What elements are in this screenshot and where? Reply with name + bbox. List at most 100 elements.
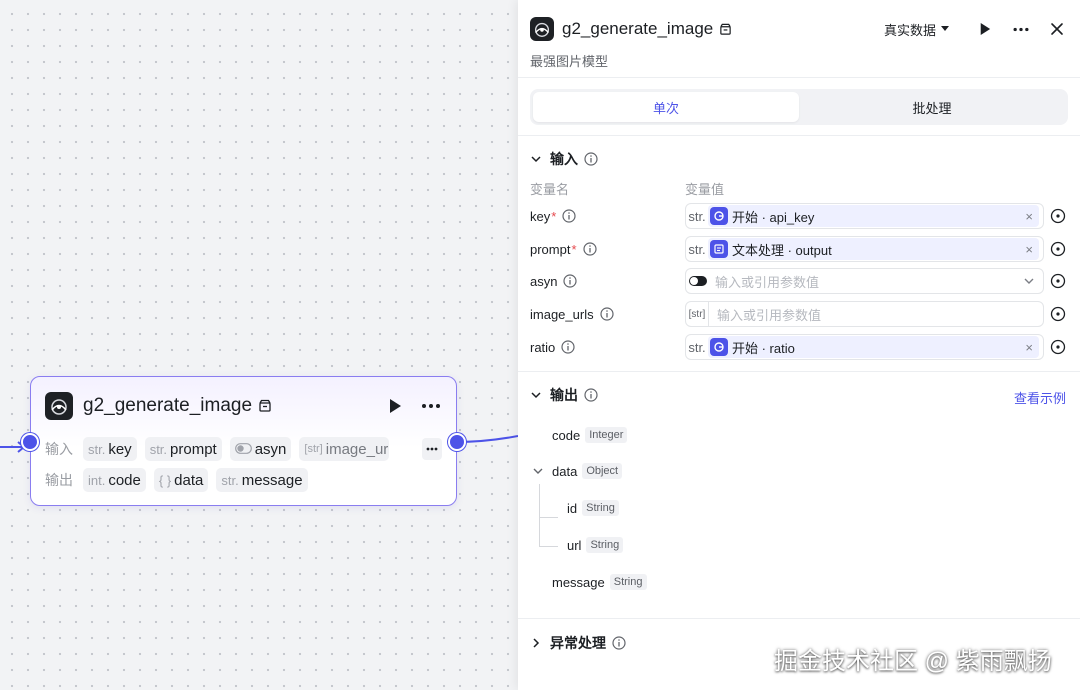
- plugin-logo-icon: [530, 17, 554, 41]
- info-icon: [562, 209, 576, 223]
- node-input-port[interactable]: [21, 433, 39, 451]
- error-handling-section-header[interactable]: 异常处理: [530, 631, 626, 655]
- node-output-tag: { } data: [153, 468, 209, 492]
- param-value-field[interactable]: [str] 输入或引用参数值: [685, 301, 1044, 327]
- output-type-badge: Object: [582, 463, 623, 479]
- close-panel-icon[interactable]: [1046, 18, 1068, 40]
- chevron-down-icon: [533, 468, 543, 474]
- chevron-down-icon: [531, 392, 541, 399]
- chevron-down-icon[interactable]: [1023, 275, 1035, 287]
- reference-text: 文本处理 · output: [732, 242, 832, 258]
- param-name: key: [530, 208, 551, 224]
- reference-mode-icon[interactable]: [1050, 241, 1066, 257]
- info-icon: [584, 388, 598, 402]
- reference-mode-icon[interactable]: [1050, 306, 1066, 322]
- param-row-asyn: asyn 输入或引用参数值: [530, 268, 1066, 294]
- node-inputs-label: 输入: [45, 441, 73, 457]
- node-inputs-row: 输入 str. key str. prompt asyn [str] image_ur…: [45, 436, 442, 462]
- clear-icon[interactable]: ×: [1025, 242, 1033, 257]
- param-row-key: key * str. 开始 · api_key ×: [530, 203, 1066, 229]
- header-divider: [518, 77, 1080, 78]
- param-row-image-urls: image_urls [str] 输入或引用参数值: [530, 301, 1066, 327]
- store-icon: [258, 399, 272, 413]
- required-mark: *: [551, 208, 557, 224]
- panel-more-options-icon[interactable]: [1010, 18, 1032, 40]
- param-value-field[interactable]: str. 开始 · api_key ×: [685, 203, 1044, 229]
- node-outputs-label: 输出: [45, 472, 73, 488]
- input-section-title: 输入: [550, 151, 578, 167]
- param-value-field[interactable]: 输入或引用参数值: [685, 268, 1044, 294]
- output-section-title: 输出: [550, 387, 578, 403]
- param-value-field[interactable]: str. 开始 · ratio ×: [685, 334, 1044, 360]
- param-name: asyn: [530, 273, 558, 289]
- field-separator: [708, 302, 709, 326]
- info-icon: [584, 152, 598, 166]
- info-icon: [582, 242, 597, 256]
- output-item-data-id: id String: [567, 498, 619, 518]
- test-run-button[interactable]: [974, 18, 996, 40]
- node-input-tag: [str] image_url: [299, 437, 390, 461]
- output-error-divider: [518, 618, 1080, 619]
- tree-connector-line: [539, 484, 540, 546]
- toggle-type-icon: [234, 442, 252, 457]
- workflow-node-g2-generate-image[interactable]: g2_generate_image 输入 str. key str. prompt: [21, 376, 466, 506]
- tab-batch[interactable]: 批处理: [799, 92, 1065, 122]
- param-name: ratio: [530, 339, 556, 355]
- error-handling-title: 异常处理: [550, 635, 606, 651]
- reference-mode-icon[interactable]: [1050, 208, 1066, 224]
- node-inputs-more-icon[interactable]: [422, 438, 442, 460]
- output-item-code: code Integer: [552, 425, 628, 445]
- info-icon: [561, 340, 575, 354]
- output-item-data-url: url String: [567, 535, 624, 555]
- reference-mode-icon[interactable]: [1050, 339, 1066, 355]
- reference-mode-icon[interactable]: [1050, 273, 1066, 289]
- boolean-toggle-icon[interactable]: [689, 276, 707, 286]
- node-output-tag: str. message: [216, 468, 308, 492]
- chevron-down-icon: [531, 156, 541, 163]
- start-node-icon: [710, 338, 728, 356]
- data-source-select[interactable]: 真实数据: [884, 20, 950, 39]
- node-output-port[interactable]: [448, 433, 466, 451]
- variable-reference-chip[interactable]: 文本处理 · output ×: [708, 238, 1039, 260]
- panel-header: g2_generate_image 真实数据: [530, 14, 1068, 44]
- store-icon: [719, 23, 732, 36]
- node-input-tag: str. prompt: [144, 437, 222, 461]
- node-more-options-icon[interactable]: [420, 395, 442, 417]
- run-node-button[interactable]: [384, 395, 406, 417]
- param-row-ratio: ratio str. 开始 · ratio ×: [530, 334, 1066, 360]
- output-type-badge: String: [586, 537, 624, 553]
- column-header-value: 变量值: [685, 182, 725, 197]
- input-section-header[interactable]: 输入: [530, 147, 598, 171]
- node-title: g2_generate_image: [83, 395, 253, 416]
- run-mode-tabs: 单次 批处理: [530, 89, 1068, 125]
- panel-description: 最强图片模型: [530, 54, 609, 69]
- tabs-divider: [518, 135, 1080, 136]
- node-header: g2_generate_image: [45, 391, 442, 421]
- tab-single[interactable]: 单次: [533, 92, 799, 122]
- tree-connector-line: [539, 546, 558, 547]
- param-name: prompt: [530, 241, 571, 257]
- panel-title: g2_generate_image: [562, 19, 714, 38]
- node-outputs-row: 输出 int. code { } data str. message: [45, 467, 442, 493]
- output-item-message: message String: [552, 572, 647, 592]
- node-input-tag: str. key: [83, 437, 137, 461]
- tree-connector-line: [539, 517, 558, 518]
- start-node-icon: [710, 207, 728, 225]
- variable-reference-chip[interactable]: 开始 · api_key ×: [708, 205, 1039, 227]
- param-value-field[interactable]: str. 文本处理 · output ×: [685, 236, 1044, 262]
- output-section-header[interactable]: 输出: [530, 383, 598, 407]
- text-processing-icon: [710, 240, 728, 258]
- param-placeholder: 输入或引用参数值: [717, 307, 822, 323]
- output-item-data[interactable]: data Object: [532, 461, 623, 481]
- view-example-link[interactable]: 查看示例: [1014, 388, 1066, 407]
- info-icon: [612, 636, 626, 650]
- watermark: 掘金技术社区 @ 紫雨飘扬: [774, 648, 1052, 675]
- node-input-tag: asyn: [229, 437, 292, 461]
- variable-reference-chip[interactable]: 开始 · ratio ×: [708, 336, 1039, 358]
- info-icon: [563, 274, 578, 288]
- input-output-divider: [518, 371, 1080, 372]
- clear-icon[interactable]: ×: [1025, 340, 1033, 355]
- column-header-name: 变量名: [530, 182, 570, 197]
- clear-icon[interactable]: ×: [1025, 209, 1033, 224]
- param-name: image_urls: [530, 306, 594, 322]
